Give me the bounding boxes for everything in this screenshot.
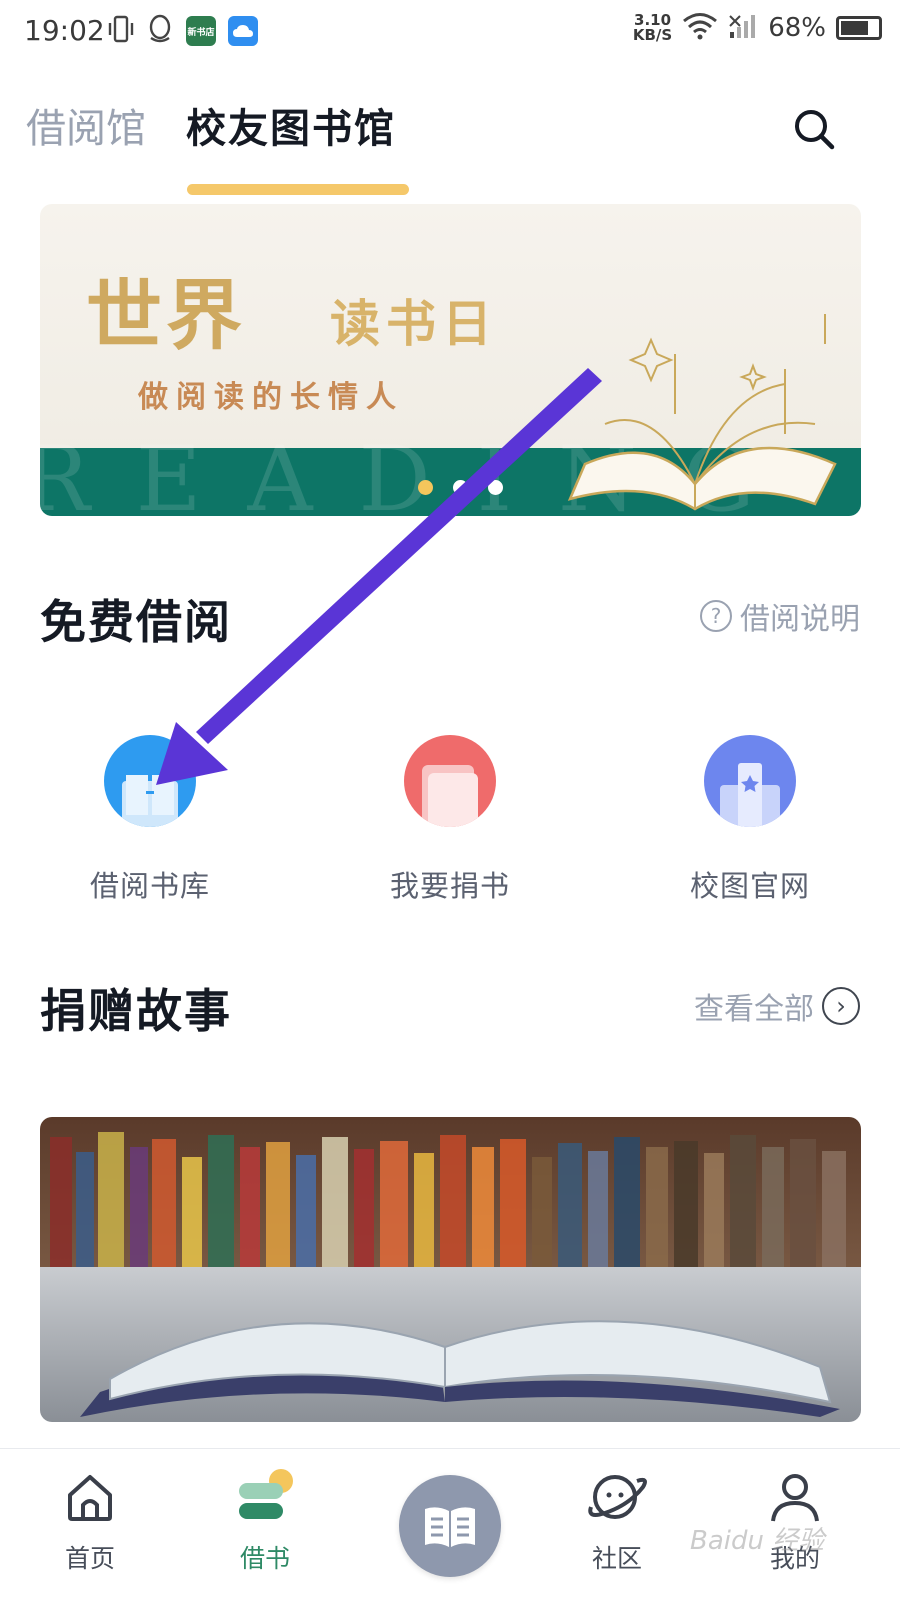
qq-icon [146, 14, 174, 48]
net-speed: 3.10 KB/S [633, 13, 672, 43]
promo-banner[interactable]: READING 世界 读书日 做阅读的长情人 [40, 204, 861, 516]
tab-borrow-hall[interactable]: 借阅馆 [26, 96, 146, 154]
chevron-right-icon: › [822, 987, 860, 1025]
banner-title-big: 世界 [86, 271, 246, 360]
borrow-book-icon [239, 1469, 293, 1519]
nav-label-community: 社区 [591, 1544, 642, 1573]
action-book-library[interactable]: 借阅书库 [50, 735, 250, 905]
book-library-icon [104, 735, 196, 827]
status-time: 19:02 [24, 14, 105, 47]
search-button[interactable] [790, 105, 838, 153]
nav-community[interactable]: 社区 [557, 1469, 677, 1575]
nav-label-borrow: 借书 [239, 1544, 290, 1573]
battery-percent: 68% [768, 13, 826, 43]
banner-subtitle: 做阅读的长情人 [138, 380, 404, 415]
school-website-icon [704, 735, 796, 827]
nav-label-home: 首页 [64, 1544, 115, 1573]
vibrate-icon [108, 14, 134, 48]
nav-borrow[interactable]: 借书 [205, 1469, 325, 1575]
battery-icon [836, 16, 882, 40]
community-planet-icon [588, 1475, 647, 1519]
cloud-icon [228, 16, 258, 46]
active-tab-indicator [187, 184, 409, 195]
borrow-help-link[interactable]: ? 借阅说明 [700, 594, 860, 638]
wifi-icon [682, 12, 718, 44]
free-borrow-title: 免费借阅 [40, 595, 232, 649]
action-school-website[interactable]: 校图官网 [650, 735, 850, 905]
donate-book-icon [404, 735, 496, 827]
net-speed-unit: KB/S [632, 26, 673, 44]
view-all-link[interactable]: 查看全部 › [694, 984, 860, 1028]
search-icon [795, 110, 835, 150]
bookstore-app-icon: 新书店 [186, 16, 216, 46]
status-app-icons: 新书店 [108, 14, 258, 48]
home-icon [68, 1475, 112, 1521]
borrow-help-label: 借阅说明 [740, 602, 860, 637]
view-all-label: 查看全部 [694, 992, 814, 1027]
donation-stories-title: 捐赠故事 [40, 984, 232, 1038]
action-label-donate-book: 我要捐书 [389, 869, 510, 903]
action-label-book-library: 借阅书库 [89, 869, 210, 903]
action-donate-book[interactable]: 我要捐书 [350, 735, 550, 905]
nav-reading-button[interactable] [399, 1475, 501, 1577]
watermark: Baidu 经验 [690, 1526, 825, 1556]
signal-icon [728, 12, 758, 44]
bookstore-app-icon-text: 新书店 [187, 27, 215, 38]
banner-dot-3[interactable] [488, 480, 503, 495]
donation-story-card[interactable] [40, 1117, 861, 1422]
banner-dot-2[interactable] [453, 480, 468, 495]
action-label-school-website: 校图官网 [689, 869, 810, 903]
open-book-icon [425, 1507, 475, 1547]
story-card-image [40, 1117, 861, 1422]
tab-alumni-library[interactable]: 校友图书馆 [186, 96, 396, 154]
profile-icon [771, 1474, 819, 1522]
banner-pager [418, 480, 503, 495]
help-icon: ? [700, 600, 732, 632]
status-bar: 19:02 新书店 3.10 KB/S 68% [0, 0, 900, 64]
nav-home[interactable]: 首页 [30, 1469, 150, 1575]
banner-dot-1[interactable] [418, 480, 433, 495]
open-book-illustration [567, 314, 837, 511]
status-right: 3.10 KB/S 68% [633, 12, 882, 44]
banner-title-small: 读书日 [330, 294, 498, 353]
